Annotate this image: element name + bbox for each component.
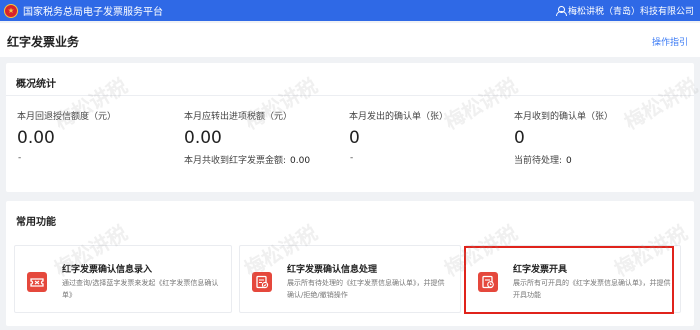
invoice-clock-icon (478, 272, 498, 292)
func-name: 红字发票开具 (513, 265, 568, 275)
stat-value: 0 (514, 128, 525, 148)
user-icon (555, 6, 567, 16)
stat-value: 0.00 (184, 128, 222, 148)
stat-sub-value: 0.00 (290, 156, 311, 166)
func-red-invoice-issue[interactable]: 红字发票开具 展示所有可开具的《红字发票信息确认单》，并提供开具功能 (465, 245, 681, 313)
stat-returned-credit: 本月回退授信额度（元） 0.00 (17, 109, 116, 148)
stat-input-tax-transfer: 本月应转出进项税额（元） 0.00 (184, 109, 292, 148)
guide-link[interactable]: 操作指引 (652, 35, 688, 48)
page-title: 红字发票业务 (7, 35, 80, 49)
func-desc: 展示所有待处理的《红字发票信息确认单》，并提供确认/拒绝/撤销操作 (287, 279, 445, 299)
functions-card: 常用功能 红字发票确认信息录入 通过查询/选择蓝字发票来发起《红字发票信息确认单… (6, 201, 694, 326)
stat-sub-value: 0 (566, 156, 572, 166)
stat-sub: - (350, 153, 354, 163)
func-name: 红字发票确认信息录入 (62, 265, 153, 275)
func-desc: 通过查询/选择蓝字发票来发起《红字发票信息确认单》 (62, 279, 219, 299)
stat-label: 本月应转出进项税额（元） (184, 112, 293, 122)
stat-sub-label: 本月共收到红字发票金额: (184, 156, 287, 166)
stats-card: 概况统计 本月回退授信额度（元） 0.00 - 本月应转出进项税额（元） 0.0… (6, 63, 694, 192)
functions-section-title: 常用功能 (16, 217, 56, 228)
top-bar: 国家税务总局电子发票服务平台 梅松讲税（青岛）科技有限公司 (0, 0, 700, 21)
divider (6, 95, 694, 96)
stat-sub: 本月共收到红字发票金额: 0.00 (184, 153, 310, 166)
user-menu[interactable]: 梅松讲税（青岛）科技有限公司 (555, 0, 694, 21)
stat-label: 本月发出的确认单（张） (349, 112, 449, 122)
stat-sent-confirmations: 本月发出的确认单（张） 0 (349, 109, 448, 148)
stat-sub-label: 当前待处理: (514, 156, 563, 166)
stat-value: 0 (349, 128, 360, 148)
stat-received-confirmations: 本月收到的确认单（张） 0 (514, 109, 613, 148)
national-emblem-icon (4, 3, 18, 18)
func-desc: 展示所有可开具的《红字发票信息确认单》，并提供开具功能 (513, 279, 671, 299)
stat-sub: 当前待处理: 0 (514, 153, 572, 166)
user-name: 梅松讲税（青岛）科技有限公司 (567, 7, 694, 17)
stat-sub: - (18, 153, 22, 163)
func-name: 红字发票确认信息处理 (287, 265, 378, 275)
page-header: 红字发票业务 操作指引 (0, 23, 700, 57)
stat-label: 本月回退授信额度（元） (17, 112, 117, 122)
func-red-invoice-entry[interactable]: 红字发票确认信息录入 通过查询/选择蓝字发票来发起《红字发票信息确认单》 (14, 245, 232, 313)
func-red-invoice-processing[interactable]: 红字发票确认信息处理 展示所有待处理的《红字发票信息确认单》，并提供确认/拒绝/… (239, 245, 461, 313)
stat-value: 0.00 (17, 128, 55, 148)
ticket-icon (27, 272, 47, 292)
app-title: 国家税务总局电子发票服务平台 (23, 7, 163, 18)
stat-label: 本月收到的确认单（张） (514, 112, 614, 122)
document-check-icon (252, 272, 272, 292)
stats-section-title: 概况统计 (16, 79, 56, 90)
